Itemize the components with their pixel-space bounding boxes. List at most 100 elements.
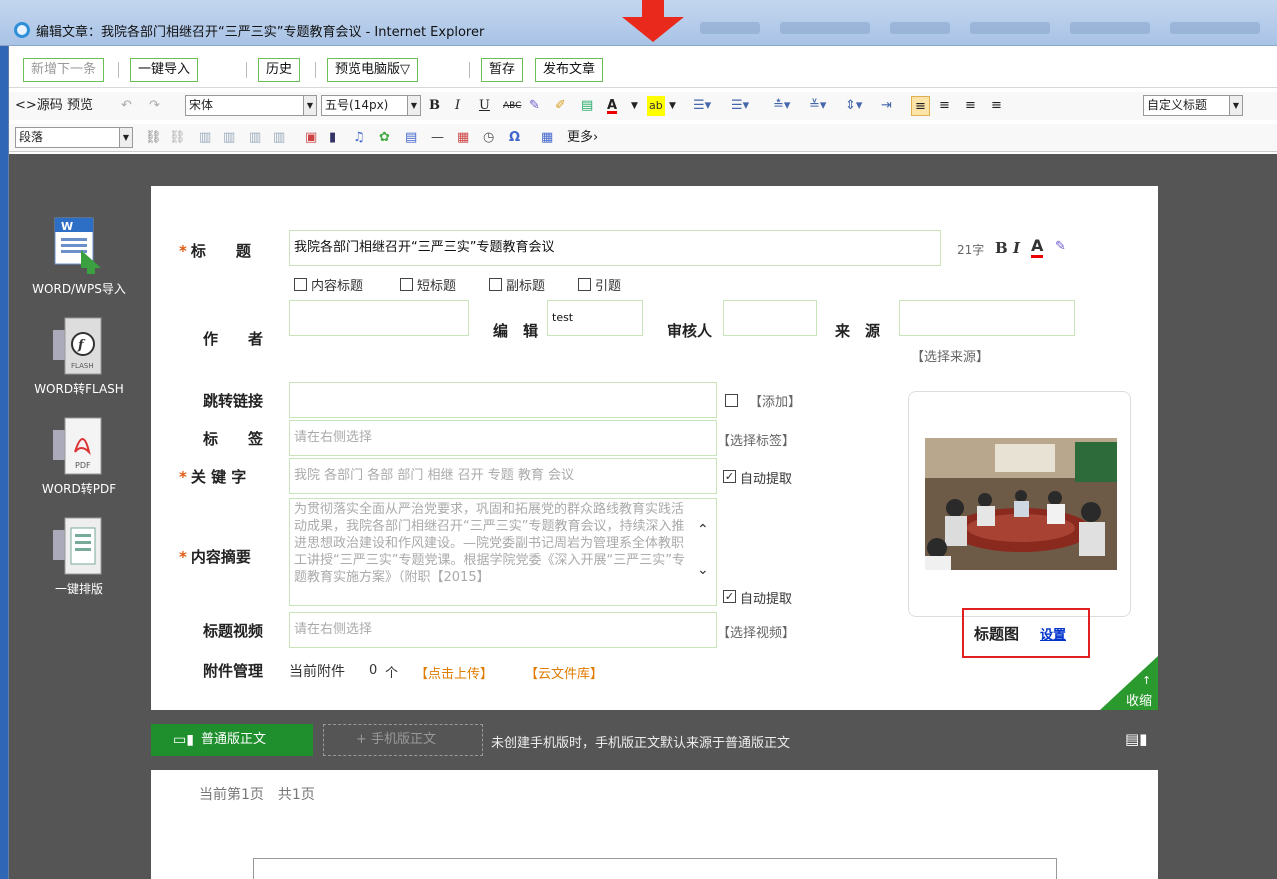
publish-button[interactable]: 发布文章 [535, 58, 604, 82]
more-button[interactable]: 更多› [567, 128, 598, 148]
sidebar-item-word-to-flash[interactable]: f FLASH WORD转FLASH [9, 316, 149, 397]
add-link-label[interactable]: 【添加】 [749, 391, 801, 410]
insert-date-icon[interactable]: ▦ [457, 128, 469, 148]
font-size-select[interactable]: 五号(14px) ▼ [321, 95, 421, 116]
insert-time-icon[interactable]: ◷ [483, 128, 494, 148]
strikethrough-button[interactable]: ABC [503, 96, 521, 116]
subtitle-checkbox[interactable] [489, 278, 502, 291]
insert-table-icon[interactable]: ▦ [541, 128, 553, 148]
insert-music-icon[interactable]: ♫ [353, 128, 365, 148]
title-input[interactable]: 我院各部门相继召开“三严三实”专题教育会议 [289, 230, 941, 266]
font-color-button[interactable]: A [607, 96, 617, 116]
lead-title-checkbox[interactable] [578, 278, 591, 291]
import-button[interactable]: 一键导入 [130, 58, 199, 82]
preview-pc-button[interactable]: 预览电脑版▽ [327, 58, 418, 82]
scroll-down-icon[interactable]: ⌄ [697, 562, 709, 578]
auto-extract-keywords-label: 自动提取 [740, 472, 793, 487]
upload-link[interactable]: 【点击上传】 [415, 663, 493, 682]
ie-icon [14, 22, 30, 38]
align-center-icon[interactable]: ≡ [939, 96, 950, 116]
spellcheck-icon[interactable]: ✎ [529, 96, 540, 116]
custom-title-select[interactable]: 自定义标题 ▼ [1143, 95, 1243, 116]
line-height-icon[interactable]: ⇕▾ [845, 96, 862, 116]
align-right-icon[interactable]: ≡ [965, 96, 976, 116]
content-title-checkbox[interactable] [294, 278, 307, 291]
align-left-icon[interactable]: ≡ [911, 96, 930, 116]
short-title-checkbox[interactable] [400, 278, 413, 291]
video-input[interactable]: 请在右侧选择 [289, 612, 717, 648]
ordered-list-icon[interactable]: ☰▾ [693, 96, 711, 116]
source-input[interactable] [899, 300, 1075, 336]
image-float-right-icon[interactable]: ▥ [223, 128, 235, 148]
keywords-input[interactable]: 我院 各部门 各部 部门 相继 召开 专题 教育 会议 [289, 458, 717, 494]
reviewer-input[interactable] [723, 300, 817, 336]
sidebar-item-word-import[interactable]: W WORD/WPS导入 [9, 216, 149, 297]
title-image-set-link[interactable]: 设置 [1040, 624, 1066, 643]
paragraph-select[interactable]: 段落 ▼ [15, 127, 133, 148]
highlight-icon[interactable]: ab [647, 96, 665, 116]
select-source-link[interactable]: 【选择来源】 [911, 346, 989, 365]
sidebar-item-word-to-pdf[interactable]: PDF WORD转PDF [9, 416, 149, 497]
sidebar: W WORD/WPS导入 f FLASH WORD转FLASH PDF WORD转… [9, 154, 149, 879]
bold-button[interactable]: B [429, 96, 440, 116]
title-color-button[interactable]: A [1031, 237, 1044, 258]
preview-button[interactable]: 预览 [67, 96, 93, 116]
undo-icon[interactable]: ↶ [121, 96, 132, 116]
tags-input[interactable]: 请在右侧选择 [289, 420, 717, 456]
font-family-select[interactable]: 宋体 ▼ [185, 95, 317, 116]
scroll-up-icon[interactable]: ⌃ [697, 522, 709, 538]
document-page[interactable] [253, 858, 1057, 879]
unordered-list-icon[interactable]: ☰▾ [731, 96, 749, 116]
auto-extract-keywords-checkbox[interactable]: ✓ [723, 470, 736, 483]
insert-image-icon[interactable]: ▣ [305, 128, 317, 148]
history-button[interactable]: 历史 [258, 58, 301, 82]
image-float-left-icon[interactable]: ▥ [199, 128, 211, 148]
line-spacing-bottom-icon[interactable]: ≚▾ [809, 96, 826, 116]
monitor-icon: ▭▮ [173, 732, 194, 748]
add-link-checkbox[interactable] [725, 394, 738, 407]
tab-normal-body[interactable]: ▭▮ 普通版正文 [151, 724, 313, 756]
page-info: 当前第1页 共1页 [199, 787, 315, 803]
align-justify-icon[interactable]: ≡ [991, 96, 1002, 116]
draft-button[interactable]: 暂存 [481, 58, 524, 82]
collapse-button[interactable]: ↑ 收缩 [1100, 656, 1158, 710]
horizontal-rule-icon[interactable]: — [431, 128, 444, 148]
redo-icon[interactable]: ↷ [149, 96, 160, 116]
editor-input[interactable]: test [547, 300, 643, 336]
tab-mobile-body[interactable]: + 手机版正文 [323, 724, 483, 756]
select-tags-link[interactable]: 【选择标签】 [717, 430, 795, 449]
title-image-box[interactable] [908, 391, 1131, 617]
window-left-border [0, 46, 8, 879]
window-title: 编辑文章：我院各部门相继召开“三严三实”专题教育会议 - Internet Ex… [36, 25, 485, 40]
format-painter-icon[interactable]: ✐ [555, 96, 566, 116]
new-next-button[interactable]: 新增下一条 [23, 58, 105, 82]
link-icon[interactable]: ⛓ [145, 128, 162, 148]
auto-extract-summary-checkbox[interactable]: ✓ [723, 590, 736, 603]
insert-frame-icon[interactable]: ▤ [405, 128, 417, 148]
image-float-none-icon[interactable]: ▥ [249, 128, 261, 148]
redirect-input[interactable] [289, 382, 717, 418]
paste-icon[interactable]: ▤ [581, 96, 593, 116]
document-body[interactable]: 当前第1页 共1页 [151, 770, 1158, 879]
special-char-icon[interactable]: Ω [509, 128, 520, 148]
line-spacing-top-icon[interactable]: ≛▾ [773, 96, 790, 116]
summary-textarea[interactable]: 为贯彻落实全面从严治党要求，巩固和拓展党的群众路线教育实践活动成果，我院各部门相… [289, 498, 717, 606]
device-switch-icon[interactable]: ▤▮ [1125, 730, 1147, 748]
source-button[interactable]: <>源码 [15, 96, 63, 116]
underline-button[interactable]: U [479, 96, 490, 116]
insert-video-icon[interactable]: ▮ [329, 128, 336, 148]
sidebar-item-auto-layout[interactable]: 一键排版 [9, 516, 149, 597]
title-italic-button[interactable]: I [1013, 239, 1020, 257]
italic-button[interactable]: I [455, 96, 460, 116]
select-video-link[interactable]: 【选择视频】 [717, 622, 795, 641]
insert-map-icon[interactable]: ✿ [379, 128, 390, 148]
author-input[interactable] [289, 300, 469, 336]
title-bold-button[interactable]: B [995, 239, 1008, 257]
image-center-icon[interactable]: ▥ [273, 128, 285, 148]
font-color-dropdown-icon[interactable]: ▼ [631, 96, 638, 116]
unlink-icon[interactable]: ⛓ [169, 128, 186, 148]
highlight-dropdown-icon[interactable]: ▼ [669, 96, 676, 116]
title-spellcheck-icon[interactable]: ✎ [1055, 239, 1066, 254]
cloud-library-link[interactable]: 【云文件库】 [525, 663, 603, 682]
indent-icon[interactable]: ⇥ [881, 96, 892, 116]
